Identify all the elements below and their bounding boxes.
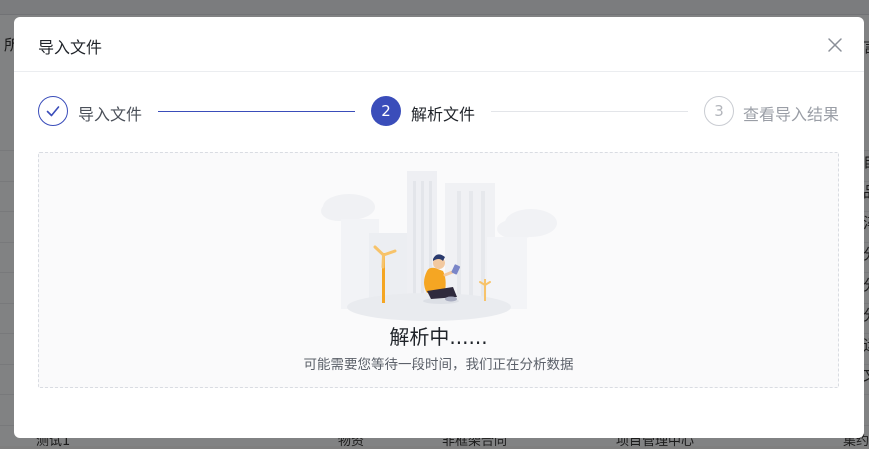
step-1-label: 导入文件 <box>78 105 143 124</box>
import-steps: 导入文件 2 解析文件 3 查看导入结果 <box>14 96 864 130</box>
dialog-title: 导入文件 <box>38 38 103 57</box>
close-icon <box>828 38 842 52</box>
parsing-hint-text: 可能需要您等待一段时间，我们正在分析数据 <box>303 357 574 373</box>
parsing-panel: 解析中...... 可能需要您等待一段时间，我们正在分析数据 <box>38 152 839 388</box>
step-2-label: 解析文件 <box>411 105 476 124</box>
check-icon <box>46 106 60 117</box>
step-2-circle: 2 <box>371 96 401 126</box>
close-button[interactable] <box>825 35 845 55</box>
parsing-illustration <box>321 171 557 321</box>
step-connector-1 <box>158 111 355 112</box>
step-connector-2 <box>491 111 688 112</box>
step-3-circle: 3 <box>704 96 734 126</box>
import-file-dialog: 导入文件 导入文件 2 解析文件 3 查看导入结果 解析中...... 可能需要… <box>14 17 864 438</box>
step-3-label: 查看导入结果 <box>743 105 840 124</box>
dialog-header: 导入文件 <box>14 17 864 72</box>
parsing-status-text: 解析中...... <box>389 325 488 349</box>
step-1-circle <box>38 96 68 126</box>
